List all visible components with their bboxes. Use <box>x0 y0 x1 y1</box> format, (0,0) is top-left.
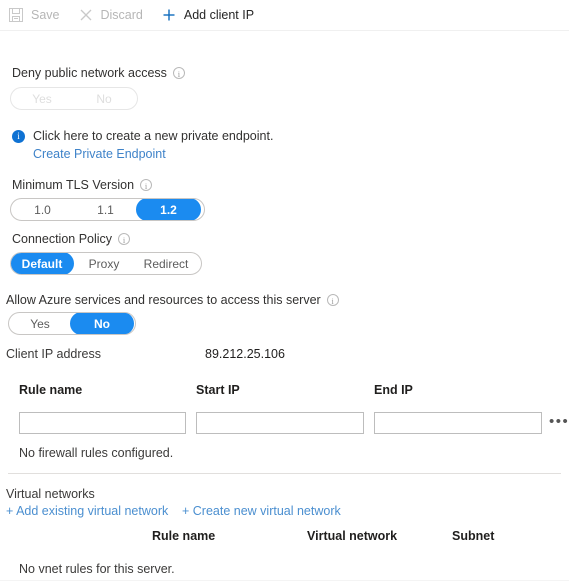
client-ip-address-label: Client IP address <box>6 347 101 361</box>
virtual-networks-empty-message: No vnet rules for this server. <box>19 562 175 576</box>
deny-public-network-access-field: Deny public network access i <box>12 66 185 80</box>
deny-public-network-access-option-yes[interactable]: Yes <box>11 88 74 109</box>
add-existing-virtual-network-link[interactable]: + Add existing virtual network <box>6 504 168 518</box>
command-toolbar: Save Discard Add client IP <box>0 0 569 31</box>
connection-policy-label: Connection Policy i <box>12 232 131 246</box>
connection-policy-field: Connection Policy i <box>12 232 131 246</box>
minimum-tls-version-label: Minimum TLS Version i <box>12 178 153 192</box>
bottom-row-edge <box>0 580 569 581</box>
firewall-rule-name-input[interactable] <box>19 412 186 434</box>
minimum-tls-version-option-1-2[interactable]: 1.2 <box>136 199 201 220</box>
connection-policy-label-text: Connection Policy <box>12 232 113 246</box>
info-icon[interactable]: i <box>140 179 153 191</box>
firewall-rules-header-rule-name: Rule name <box>19 383 83 397</box>
close-icon <box>78 7 94 23</box>
minimum-tls-version-toggle[interactable]: 1.0 1.1 1.2 <box>10 198 205 221</box>
firewall-rule-end-ip-input[interactable] <box>374 412 542 434</box>
private-endpoint-banner: i Click here to create a new private end… <box>12 128 273 163</box>
save-button-label: Save <box>31 8 60 22</box>
info-icon[interactable]: i <box>172 67 185 79</box>
connection-policy-toggle[interactable]: Default Proxy Redirect <box>10 252 202 275</box>
plus-icon <box>161 7 177 23</box>
info-icon[interactable]: i <box>118 233 131 245</box>
virtual-networks-title: Virtual networks <box>6 487 95 501</box>
allow-azure-services-option-no[interactable]: No <box>70 313 134 334</box>
virtual-networks-header-virtual-network: Virtual network <box>307 529 398 543</box>
minimum-tls-version-option-1-0[interactable]: 1.0 <box>11 199 75 220</box>
create-private-endpoint-link[interactable]: Create Private Endpoint <box>33 147 166 161</box>
deny-public-network-access-label: Deny public network access i <box>12 66 185 80</box>
save-button[interactable]: Save <box>0 0 70 30</box>
save-icon <box>8 7 24 23</box>
add-client-ip-label: Add client IP <box>183 8 255 22</box>
info-icon[interactable]: i <box>326 294 339 306</box>
private-endpoint-banner-message: Click here to create a new private endpo… <box>33 129 274 143</box>
add-client-ip-button[interactable]: Add client IP <box>153 0 264 30</box>
allow-azure-services-label-text: Allow Azure services and resources to ac… <box>6 293 321 307</box>
deny-public-network-access-toggle[interactable]: Yes No <box>10 87 138 110</box>
connection-policy-option-default[interactable]: Default <box>11 253 74 274</box>
minimum-tls-version-label-text: Minimum TLS Version <box>12 178 135 192</box>
firewall-rules-header-end-ip: End IP <box>374 383 413 397</box>
firewall-rules-header-start-ip: Start IP <box>196 383 240 397</box>
allow-azure-services-option-yes[interactable]: Yes <box>9 313 72 334</box>
section-divider <box>8 473 561 474</box>
allow-azure-services-label: Allow Azure services and resources to ac… <box>6 293 339 307</box>
firewall-rule-start-ip-input[interactable] <box>196 412 364 434</box>
virtual-networks-header-rule-name: Rule name <box>152 529 216 543</box>
create-new-virtual-network-link[interactable]: + Create new virtual network <box>182 504 341 518</box>
minimum-tls-version-field: Minimum TLS Version i <box>12 178 153 192</box>
deny-public-network-access-label-text: Deny public network access <box>12 66 167 80</box>
private-endpoint-banner-body: Click here to create a new private endpo… <box>33 128 273 163</box>
virtual-networks-header-subnet: Subnet <box>452 529 495 543</box>
allow-azure-services-toggle[interactable]: Yes No <box>8 312 136 335</box>
connection-policy-option-proxy[interactable]: Proxy <box>72 253 136 274</box>
discard-button-label: Discard <box>100 8 143 22</box>
info-filled-icon: i <box>12 130 25 143</box>
connection-policy-option-redirect[interactable]: Redirect <box>134 253 198 274</box>
minimum-tls-version-option-1-1[interactable]: 1.1 <box>73 199 138 220</box>
client-ip-address-value: 89.212.25.106 <box>205 347 285 361</box>
allow-azure-services-field: Allow Azure services and resources to ac… <box>6 293 339 307</box>
firewall-rules-empty-message: No firewall rules configured. <box>19 446 174 460</box>
firewall-rule-more-options-button[interactable]: ••• <box>549 414 569 429</box>
deny-public-network-access-option-no[interactable]: No <box>72 88 136 109</box>
discard-button[interactable]: Discard <box>70 0 153 30</box>
